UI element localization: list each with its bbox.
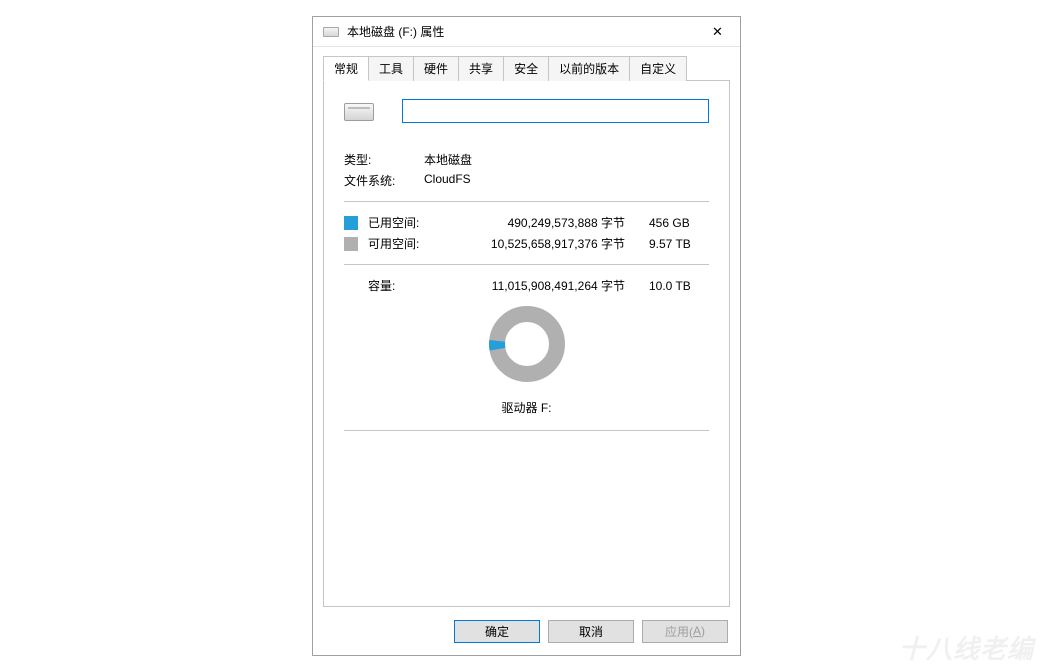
dialog-body: 常规 工具 硬件 共享 安全 以前的版本 自定义 类型: 本地磁盘 文件系统: …: [313, 47, 740, 607]
apply-button[interactable]: 应用(A): [642, 620, 728, 643]
free-bytes: 10,525,658,917,376 字节: [440, 235, 649, 252]
properties-dialog: 本地磁盘 (F:) 属性 ✕ 常规 工具 硬件 共享 安全 以前的版本 自定义 …: [312, 16, 741, 656]
tab-general[interactable]: 常规: [323, 56, 369, 81]
drive-caption: 驱动器 F:: [344, 399, 709, 416]
used-space-row: 已用空间: 490,249,573,888 字节 456 GB: [344, 214, 709, 231]
tab-panel-general: 类型: 本地磁盘 文件系统: CloudFS 已用空间: 490,249,573…: [323, 80, 730, 607]
type-value: 本地磁盘: [424, 151, 472, 168]
apply-button-prefix: 应用(: [665, 623, 693, 640]
free-swatch-icon: [344, 237, 358, 251]
cancel-button-label: 取消: [579, 623, 603, 640]
filesystem-value: CloudFS: [424, 172, 471, 189]
watermark: 十八线老编: [899, 629, 1034, 666]
free-human: 9.57 TB: [649, 237, 709, 251]
used-label: 已用空间:: [368, 214, 440, 231]
divider: [344, 201, 709, 202]
tab-customize[interactable]: 自定义: [629, 56, 687, 81]
tab-previous-versions[interactable]: 以前的版本: [548, 56, 630, 81]
apply-button-accel: A: [693, 624, 701, 638]
free-label: 可用空间:: [368, 235, 440, 252]
ok-button[interactable]: 确定: [454, 620, 540, 643]
divider: [344, 264, 709, 265]
volume-label-input[interactable]: [402, 99, 709, 123]
drive-icon-large: [344, 103, 374, 121]
free-space-row: 可用空间: 10,525,658,917,376 字节 9.57 TB: [344, 235, 709, 252]
type-label: 类型:: [344, 151, 424, 168]
dialog-footer: 确定 取消 应用(A): [313, 607, 740, 655]
tab-sharing[interactable]: 共享: [458, 56, 504, 81]
filesystem-label: 文件系统:: [344, 172, 424, 189]
apply-button-suffix: ): [701, 624, 705, 638]
close-button[interactable]: ✕: [695, 17, 740, 46]
tab-tools[interactable]: 工具: [368, 56, 414, 81]
tab-hardware[interactable]: 硬件: [413, 56, 459, 81]
capacity-bytes: 11,015,908,491,264 字节: [440, 277, 649, 294]
drive-icon: [323, 27, 339, 37]
window-title: 本地磁盘 (F:) 属性: [347, 23, 695, 40]
tab-security[interactable]: 安全: [503, 56, 549, 81]
tab-strip: 常规 工具 硬件 共享 安全 以前的版本 自定义: [323, 56, 730, 81]
capacity-row: 容量: 11,015,908,491,264 字节 10.0 TB: [344, 277, 709, 294]
capacity-label: 容量:: [344, 277, 440, 294]
usage-donut-chart: [344, 302, 709, 389]
capacity-human: 10.0 TB: [649, 279, 709, 293]
ok-button-label: 确定: [485, 623, 509, 640]
cancel-button[interactable]: 取消: [548, 620, 634, 643]
used-bytes: 490,249,573,888 字节: [440, 214, 649, 231]
used-human: 456 GB: [649, 216, 709, 230]
used-swatch-icon: [344, 216, 358, 230]
titlebar[interactable]: 本地磁盘 (F:) 属性 ✕: [313, 17, 740, 47]
divider: [344, 430, 709, 431]
